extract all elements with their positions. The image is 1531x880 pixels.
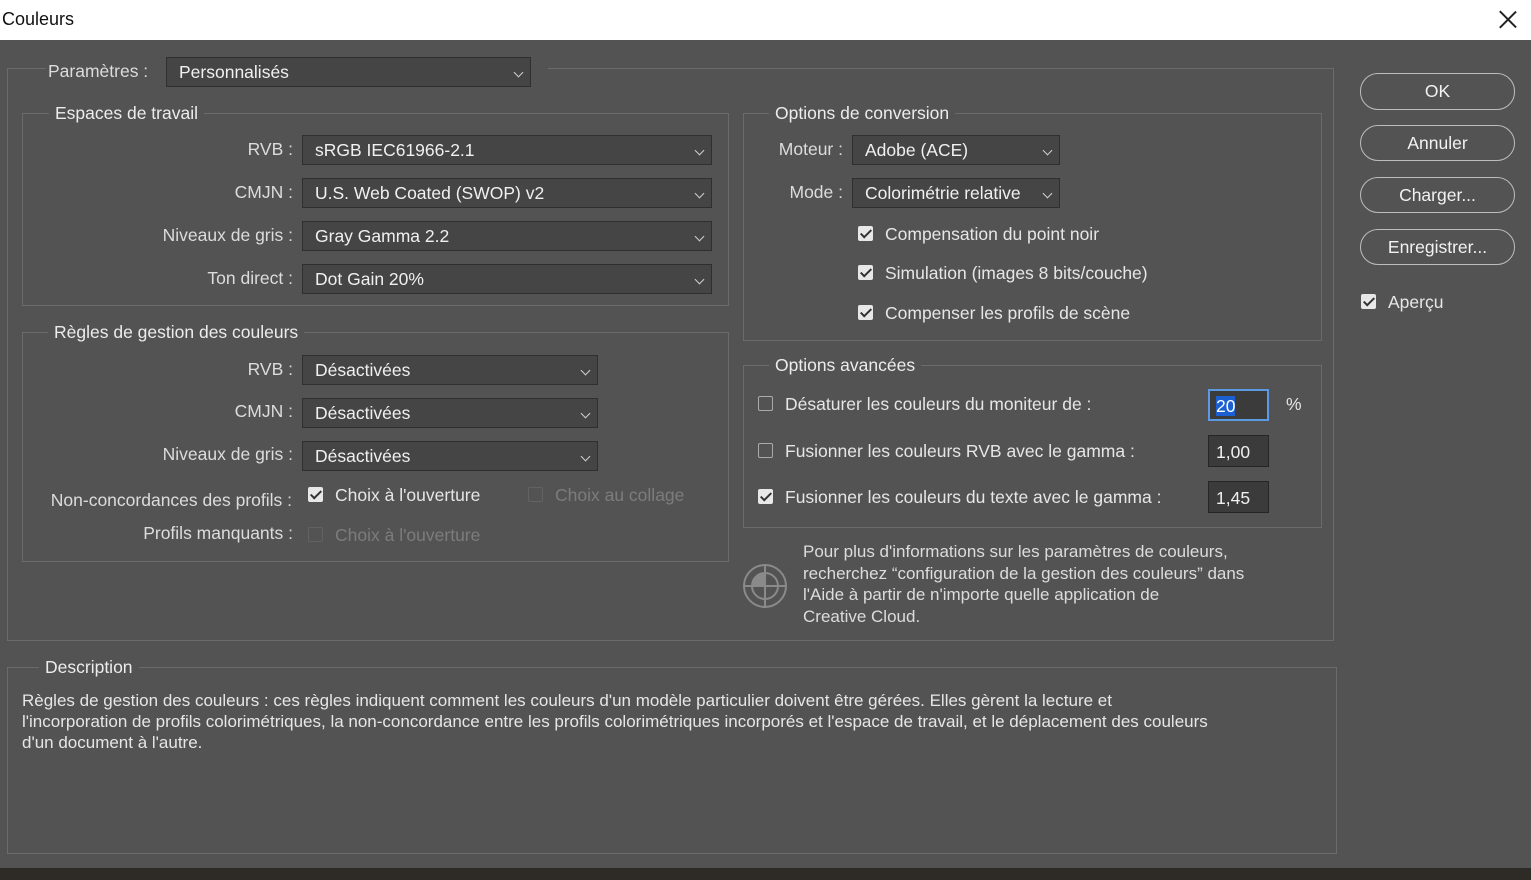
mismatch-open-label: Choix à l'ouverture bbox=[335, 485, 481, 505]
regles-gray-value: Désactivées bbox=[315, 446, 411, 466]
regles-cmyk-label: CMJN : bbox=[234, 401, 293, 421]
preview-checkbox[interactable] bbox=[1361, 294, 1376, 309]
info-line: Pour plus d'informations sur les paramèt… bbox=[803, 542, 1228, 561]
dither-label: Simulation (images 8 bits/couche) bbox=[885, 263, 1148, 283]
dither-checkbox[interactable] bbox=[858, 265, 873, 280]
chevron-down-icon bbox=[1042, 145, 1053, 156]
blend-rgb-checkbox[interactable] bbox=[758, 443, 773, 458]
info-text: Pour plus d'informations sur les paramèt… bbox=[803, 541, 1323, 627]
espaces-rgb-label: RVB : bbox=[247, 139, 293, 159]
espaces-spot-select[interactable]: Dot Gain 20% bbox=[302, 264, 712, 294]
blend-rgb-label: Fusionner les couleurs RVB avec le gamma… bbox=[785, 441, 1135, 461]
conversion-legend: Options de conversion bbox=[769, 103, 956, 124]
espaces-gray-label: Niveaux de gris : bbox=[162, 225, 293, 245]
espaces-rgb-value: sRGB IEC61966-2.1 bbox=[315, 140, 475, 160]
missing-open-label: Choix à l'ouverture bbox=[335, 525, 481, 545]
blend-text-checkbox[interactable] bbox=[758, 489, 773, 504]
espaces-spot-value: Dot Gain 20% bbox=[315, 269, 424, 289]
black-point-checkbox[interactable] bbox=[858, 226, 873, 241]
chevron-down-icon bbox=[580, 451, 591, 462]
chevron-down-icon bbox=[513, 67, 524, 78]
info-line: Creative Cloud. bbox=[803, 606, 921, 626]
parametres-value: Personnalisés bbox=[179, 62, 289, 82]
espaces-spot-label: Ton direct : bbox=[207, 268, 293, 288]
mode-select[interactable]: Colorimétrie relative bbox=[852, 178, 1060, 208]
info-line: l'Aide à partir de n'importe quelle appl… bbox=[803, 585, 1160, 604]
espaces-cmyk-value: U.S. Web Coated (SWOP) v2 bbox=[315, 183, 545, 203]
blend-rgb-input[interactable]: 1,00 bbox=[1208, 435, 1269, 467]
desaturate-value: 20 bbox=[1216, 396, 1236, 416]
avancees-legend: Options avancées bbox=[769, 355, 922, 376]
description-text: Règles de gestion des couleurs : ces règ… bbox=[22, 690, 1327, 753]
missing-open-checkbox bbox=[308, 527, 323, 542]
description-line: Règles de gestion des couleurs : ces règ… bbox=[22, 691, 1112, 710]
scene-profiles-checkbox[interactable] bbox=[858, 305, 873, 320]
mismatch-paste-label: Choix au collage bbox=[555, 485, 685, 505]
mismatch-paste-checkbox bbox=[528, 487, 543, 502]
blend-text-label: Fusionner les couleurs du texte avec le … bbox=[785, 487, 1162, 507]
mismatch-label: Non-concordances des profils : bbox=[50, 490, 292, 510]
description-line: d'un document à l'autre. bbox=[22, 733, 203, 752]
regles-gray-label: Niveaux de gris : bbox=[162, 444, 293, 464]
black-point-label: Compensation du point noir bbox=[885, 224, 1100, 244]
mode-label: Mode : bbox=[789, 182, 844, 202]
regles-cmyk-select[interactable]: Désactivées bbox=[302, 398, 598, 428]
chevron-down-icon bbox=[694, 188, 705, 199]
background-canvas-strip bbox=[0, 868, 1531, 880]
chevron-down-icon bbox=[1042, 188, 1053, 199]
regles-legend: Règles de gestion des couleurs bbox=[48, 322, 305, 343]
blend-text-value: 1,45 bbox=[1216, 488, 1251, 508]
chevron-down-icon bbox=[694, 231, 705, 242]
regles-cmyk-value: Désactivées bbox=[315, 403, 411, 423]
desaturate-unit: % bbox=[1286, 394, 1302, 414]
parametres-row: Paramètres : Personnalisés bbox=[46, 57, 548, 87]
espaces-legend: Espaces de travail bbox=[49, 103, 204, 124]
blend-text-input[interactable]: 1,45 bbox=[1208, 481, 1269, 513]
description-line: l'incorporation de profils colorimétriqu… bbox=[22, 712, 1208, 731]
save-button[interactable]: Enregistrer... bbox=[1360, 229, 1515, 265]
chevron-down-icon bbox=[694, 145, 705, 156]
desaturate-input[interactable]: 20 bbox=[1208, 389, 1269, 421]
regles-rgb-select[interactable]: Désactivées bbox=[302, 355, 598, 385]
espaces-rgb-select[interactable]: sRGB IEC61966-2.1 bbox=[302, 135, 712, 165]
regles-gray-select[interactable]: Désactivées bbox=[302, 441, 598, 471]
window-title: Couleurs bbox=[2, 9, 75, 29]
espaces-cmyk-label: CMJN : bbox=[234, 182, 293, 202]
desaturate-label: Désaturer les couleurs du moniteur de : bbox=[785, 394, 1092, 414]
engine-select[interactable]: Adobe (ACE) bbox=[852, 135, 1060, 165]
engine-value: Adobe (ACE) bbox=[865, 140, 969, 160]
color-wheel-icon bbox=[741, 562, 789, 610]
scene-profiles-label: Compenser les profils de scène bbox=[885, 303, 1131, 323]
preview-label: Aperçu bbox=[1388, 292, 1444, 312]
missing-label: Profils manquants : bbox=[143, 523, 293, 543]
description-legend: Description bbox=[39, 657, 139, 678]
ok-button[interactable]: OK bbox=[1360, 73, 1515, 110]
espaces-cmyk-select[interactable]: U.S. Web Coated (SWOP) v2 bbox=[302, 178, 712, 208]
parametres-select[interactable]: Personnalisés bbox=[166, 57, 531, 87]
cancel-button[interactable]: Annuler bbox=[1360, 125, 1515, 161]
info-line: recherchez “configuration de la gestion … bbox=[803, 563, 1245, 583]
load-button[interactable]: Charger... bbox=[1360, 177, 1515, 213]
title-bar: Couleurs bbox=[0, 0, 1531, 40]
regles-rgb-label: RVB : bbox=[247, 359, 293, 379]
parametres-label: Paramètres : bbox=[48, 61, 149, 81]
espaces-gray-select[interactable]: Gray Gamma 2.2 bbox=[302, 221, 712, 251]
mismatch-open-checkbox[interactable] bbox=[308, 487, 323, 502]
regles-rgb-value: Désactivées bbox=[315, 360, 411, 380]
blend-rgb-value: 1,00 bbox=[1216, 442, 1251, 462]
mode-value: Colorimétrie relative bbox=[865, 183, 1021, 203]
chevron-down-icon bbox=[580, 365, 591, 376]
espaces-gray-value: Gray Gamma 2.2 bbox=[315, 226, 450, 246]
chevron-down-icon bbox=[580, 408, 591, 419]
engine-label: Moteur : bbox=[778, 139, 843, 159]
close-icon[interactable] bbox=[1494, 6, 1522, 34]
chevron-down-icon bbox=[694, 274, 705, 285]
desaturate-checkbox[interactable] bbox=[758, 396, 773, 411]
